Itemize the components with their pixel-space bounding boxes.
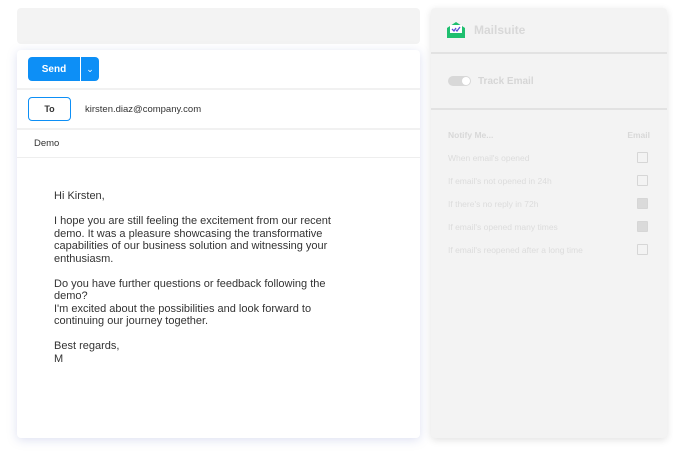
message-body[interactable]: Hi Kirsten, I hope you are still feeling… <box>17 158 357 365</box>
signature: Best regards, M <box>54 340 120 365</box>
notify-option: When email's opened <box>431 146 667 169</box>
panel-header: Mailsuite <box>431 8 667 54</box>
notify-option: If email's opened many times <box>431 215 667 238</box>
notify-list: When email's opened If email's not opened… <box>431 146 667 261</box>
body-paragraph: Do you have further questions or feedbac… <box>54 277 326 328</box>
notify-option-label: If email's reopened after a long time <box>448 244 583 255</box>
recipient-row: To kirsten.diaz@company.com <box>17 90 420 130</box>
track-email-toggle[interactable] <box>448 76 471 86</box>
brand-name: Mailsuite <box>474 23 526 37</box>
send-button[interactable]: Send <box>28 57 80 81</box>
notify-option: If email's reopened after a long time <box>431 238 667 261</box>
mailsuite-logo-icon <box>447 22 465 38</box>
greeting: Hi Kirsten, <box>54 190 105 202</box>
email-checkbox[interactable] <box>637 198 648 209</box>
compose-window: Send ⌄ To kirsten.diaz@company.com Demo … <box>17 50 420 438</box>
send-options-button[interactable]: ⌄ <box>80 57 99 81</box>
notify-option-label: If email's not opened in 24h <box>448 175 552 186</box>
email-checkbox[interactable] <box>637 152 648 163</box>
notify-option-label: If there's no reply in 72h <box>448 198 539 209</box>
chevron-down-icon: ⌄ <box>86 63 94 74</box>
email-column-header: Email <box>627 130 650 140</box>
mailsuite-panel: Mailsuite Track Email Notify Me... Email… <box>431 8 667 438</box>
to-button[interactable]: To <box>28 97 71 121</box>
notify-option-label: When email's opened <box>448 152 530 163</box>
recipient-field[interactable]: kirsten.diaz@company.com <box>85 104 201 115</box>
compose-top-bar <box>17 8 420 44</box>
compose-toolbar: Send ⌄ <box>17 50 420 90</box>
notify-title: Notify Me... <box>448 130 494 140</box>
body-paragraph: I hope you are still feeling the excitem… <box>54 215 331 265</box>
track-email-label: Track Email <box>478 75 534 87</box>
email-checkbox[interactable] <box>637 244 648 255</box>
track-email-row: Track Email <box>431 54 667 110</box>
notify-header: Notify Me... Email <box>431 110 667 140</box>
subject-field[interactable]: Demo <box>17 130 420 158</box>
notify-option: If email's not opened in 24h <box>431 169 667 192</box>
notify-option-label: If email's opened many times <box>448 221 558 232</box>
email-checkbox[interactable] <box>637 221 648 232</box>
email-checkbox[interactable] <box>637 175 648 186</box>
notify-option: If there's no reply in 72h <box>431 192 667 215</box>
